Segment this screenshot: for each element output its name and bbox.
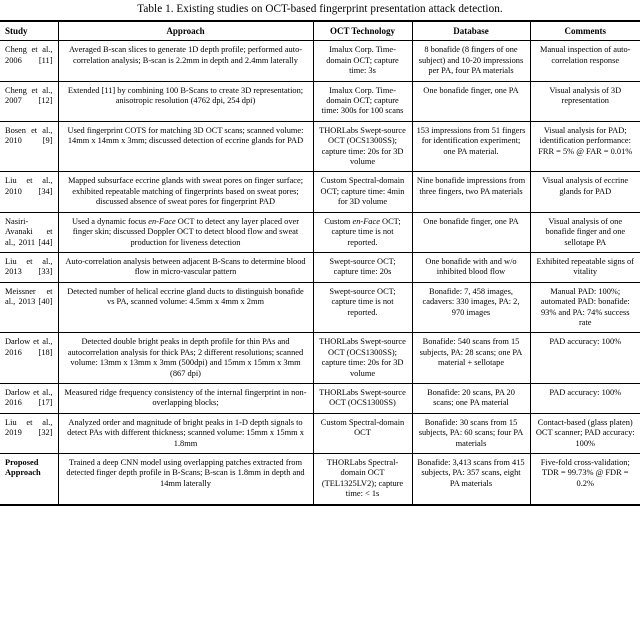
cell-oct-technology: Swept-source OCT; capture time: 20s [312,252,413,283]
column-header-oct-technology: OCT Technology [312,21,413,41]
cell-oct-technology: Imalux Corp. Time-domain OCT; capture ti… [312,81,413,122]
cell-oct-technology: Custom en-Face OCT; capture time is not … [312,212,413,253]
cell-database: 153 impressions from 51 fingers for iden… [411,121,531,173]
cell-comments: PAD accuracy: 100% [529,332,640,384]
table-caption: Table 1. Existing studies on OCT-based f… [137,3,503,15]
cell-study: Cheng et al., 2006 [11] [0,40,59,82]
table-row: Liu et al., 2010 [34] Mapped subsurface e… [0,171,640,213]
table-row: Meissner et al., 2013 [40] Detected numbe… [0,282,640,334]
cell-approach: Detected double bright peaks in depth pr… [57,332,314,384]
cell-study: Meissner et al., 2013 [40] [0,282,59,334]
cell-study: Darlow et al., 2016 [18] [0,332,59,384]
cell-approach: Detected number of helical eccrine gland… [57,282,314,334]
cell-study: Nasiri-Avanaki et al., 2011 [44] [0,212,59,253]
cell-comments: Manual PAD: 100%; automated PAD: bonafid… [529,282,640,334]
column-header-approach: Approach [57,21,314,41]
cell-approach: Trained a deep CNN model using overlappi… [57,453,314,506]
table-row: Proposed Approach Trained a deep CNN mode… [0,453,640,506]
column-header-study: Study [0,21,59,41]
cell-comments: Visual analysis for PAD; identification … [529,121,640,173]
cell-study: Darlow et al., 2016 [17] [0,383,59,414]
table-page: Table 1. Existing studies on OCT-based f… [0,0,640,506]
cell-database: Bonafide: 20 scans, PA 20 scans; one PA … [411,383,531,414]
cell-approach: Used a dynamic focus en-Face OCT to dete… [57,212,314,253]
cell-approach: Auto-correlation analysis between adjace… [57,252,314,283]
cell-database: Bonafide: 540 scans from 15 subjects, PA… [411,332,531,384]
cell-approach: Measured ridge frequency consistency of … [57,383,314,414]
table-row: Darlow et al., 2016 [17] Measured ridge f… [0,383,640,414]
cell-oct-technology: THORLabs Spectral-domain OCT (TEL1325LV2… [312,453,413,506]
cell-comments: Manual inspection of auto-correlation re… [529,40,640,82]
column-header-comments: Comments [529,21,640,41]
cell-oct-technology: THORLabs Swept-source OCT (OCS1300SS); c… [312,332,413,384]
cell-database: Bonafide: 3,413 scans from 415 subjects,… [411,453,531,506]
cell-approach: Used fingerprint COTS for matching 3D OC… [57,121,314,173]
column-header-database: Database [411,21,531,41]
table-row: Cheng et al., 2007 [12] Extended [11] by … [0,81,640,122]
cell-database: One bonafide finger, one PA [411,212,531,253]
cell-database: Bonafide: 7, 458 images, cadavers: 330 i… [411,282,531,334]
cell-comments: Exhibited repeatable signs of vitality [529,252,640,283]
studies-table: Study Approach OCT Technology Database C… [0,20,640,506]
cell-oct-technology: THORLabs Swept-source OCT (OCS1300SS); c… [312,121,413,173]
cell-comments: Visual analysis of 3D representation [529,81,640,122]
cell-comments: Contact-based (glass platen) OCT scanner… [529,413,640,455]
cell-approach: Mapped subsurface eccrine glands with sw… [57,171,314,213]
cell-comments: Visual analysis of eccrine glands for PA… [529,171,640,213]
table-row: Darlow et al., 2016 [18] Detected double … [0,332,640,384]
cell-database: One bonafide finger, one PA [411,81,531,122]
cell-study: Cheng et al., 2007 [12] [0,81,59,122]
cell-comments: PAD accuracy: 100% [529,383,640,414]
cell-oct-technology: Custom Spectral-domain OCT; capture time… [312,171,413,213]
cell-approach: Averaged B-scan slices to generate 1D de… [57,40,314,82]
cell-approach: Analyzed order and magnitude of bright p… [57,413,314,455]
cell-database: One bonafide with and w/o inhibited bloo… [411,252,531,283]
table-row: Cheng et al., 2006 [11] Averaged B-scan s… [0,40,640,82]
table-row: Nasiri-Avanaki et al., 2011 [44] Used a d… [0,212,640,253]
table-row: Liu et al., 2019 [32] Analyzed order and … [0,413,640,455]
cell-database: Bonafide: 30 scans from 15 subjects, PA:… [411,413,531,455]
header-row: Study Approach OCT Technology Database C… [0,21,640,41]
cell-study: Liu et al., 2019 [32] [0,413,59,455]
cell-oct-technology: Swept-source OCT; capture time is not re… [312,282,413,334]
cell-oct-technology: Custom Spectral-domain OCT [312,413,413,455]
cell-study: Bosen et al., 2010 [9] [0,121,59,173]
table-row: Bosen et al., 2010 [9] Used fingerprint C… [0,121,640,173]
table-row: Liu et al., 2013 [33] Auto-correlation an… [0,252,640,283]
table-body: Cheng et al., 2006 [11] Averaged B-scan s… [0,40,640,506]
cell-study: Liu et al., 2010 [34] [0,171,59,213]
cell-comments: Visual analysis of one bonafide finger a… [529,212,640,253]
cell-approach: Extended [11] by combining 100 B-Scans t… [57,81,314,122]
cell-study: Liu et al., 2013 [33] [0,252,59,283]
cell-comments: Five-fold cross-validation; TDR = 99.73%… [529,453,640,506]
cell-oct-technology: Imalux Corp. Time-domain OCT; capture ti… [312,40,413,82]
cell-database: 8 bonafide (8 fingers of one subject) an… [411,40,531,82]
table-header: Study Approach OCT Technology Database C… [0,21,640,41]
cell-database: Nine bonafide impressions from three fin… [411,171,531,213]
cell-oct-technology: THORLabs Swept-source OCT (OCS1300SS) [312,383,413,414]
cell-study: Proposed Approach [0,453,59,506]
